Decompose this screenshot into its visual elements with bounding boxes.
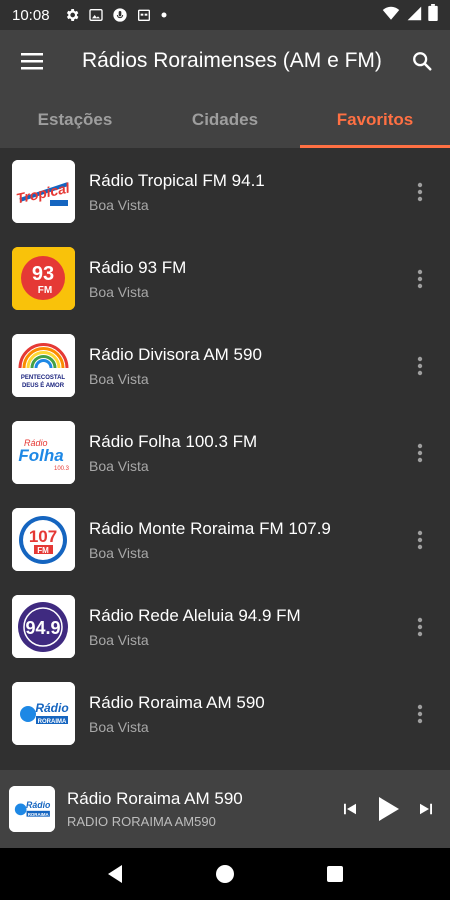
more-vertical-icon — [417, 182, 423, 201]
skip-previous-button[interactable] — [334, 789, 366, 829]
station-city: Boa Vista — [89, 196, 149, 213]
skip-previous-icon — [344, 803, 356, 815]
menu-button[interactable] — [0, 30, 64, 92]
more-options-button[interactable] — [400, 520, 440, 560]
play-button[interactable] — [372, 789, 404, 829]
list-item[interactable]: PENTECOSTAL DEUS É AMOR Rádio Divisora A… — [0, 322, 450, 409]
signal-icon — [406, 5, 422, 26]
skip-next-button[interactable] — [410, 789, 442, 829]
image-icon — [88, 7, 104, 23]
station-city: Boa Vista — [89, 283, 149, 300]
station-logo-rede-aleluia: 94.9 — [12, 595, 75, 658]
station-city: Boa Vista — [89, 718, 149, 735]
station-logo-folha: Rádio Folha 100.3 — [12, 421, 75, 484]
player-station-logo: Rádio RORAIMA — [9, 786, 55, 832]
svg-text:Folha: Folha — [18, 446, 63, 465]
battery-icon — [428, 4, 438, 26]
svg-text:100.3: 100.3 — [54, 466, 70, 472]
station-logo-radio-roraima: Rádio RORAIMA — [12, 682, 75, 745]
list-item[interactable]: Rádio Folha 100.3 Rádio Folha 100.3 FM B… — [0, 409, 450, 496]
svg-text:DEUS É AMOR: DEUS É AMOR — [22, 381, 65, 389]
station-city: Boa Vista — [89, 457, 149, 474]
hamburger-menu-icon — [21, 53, 43, 70]
station-name: Rádio Divisora AM 590 — [89, 344, 262, 364]
tab-bar: Estações Cidades Favoritos — [0, 92, 450, 148]
home-circle-icon — [215, 865, 234, 883]
list-item[interactable]: Tropical Rádio Tropical FM 94.1 Boa Vist… — [0, 148, 450, 235]
more-options-button[interactable] — [400, 346, 440, 386]
more-vertical-icon — [417, 704, 423, 723]
back-button[interactable] — [106, 864, 124, 884]
list-item[interactable]: 94.9 Rádio Rede Aleluia 94.9 FM Boa Vist… — [0, 583, 450, 670]
player-title: Rádio Roraima AM 590 — [67, 789, 243, 808]
recents-button[interactable] — [326, 865, 344, 883]
more-options-button[interactable] — [400, 607, 440, 647]
status-bar: 10:08 — [0, 0, 450, 30]
svg-text:RORAIMA: RORAIMA — [28, 812, 50, 817]
more-vertical-icon — [417, 269, 423, 288]
station-name: Rádio 93 FM — [89, 257, 187, 277]
station-list: Tropical Rádio Tropical FM 94.1 Boa Vist… — [0, 148, 450, 770]
more-options-button[interactable] — [400, 694, 440, 734]
svg-text:Rádio: Rádio — [35, 701, 68, 715]
svg-text:93: 93 — [32, 263, 54, 285]
svg-text:94.9: 94.9 — [25, 618, 60, 638]
recents-square-icon — [327, 866, 344, 882]
wifi-icon — [382, 5, 400, 26]
microphone-icon — [112, 7, 128, 23]
svg-text:FM: FM — [38, 285, 52, 296]
more-vertical-icon — [417, 356, 423, 375]
station-city: Boa Vista — [89, 544, 149, 561]
app-bar: Rádios Roraimenses (AM e FM) — [0, 30, 450, 92]
status-time: 10:08 — [12, 6, 50, 24]
player-subtitle: RADIO RORAIMA AM590 — [67, 814, 216, 829]
station-logo-divisora: PENTECOSTAL DEUS É AMOR — [12, 334, 75, 397]
settings-gear-icon — [64, 7, 80, 23]
system-navigation-bar — [0, 848, 450, 900]
more-options-button[interactable] — [400, 433, 440, 473]
home-button[interactable] — [215, 864, 235, 884]
station-name: Rádio Rede Aleluia 94.9 FM — [89, 605, 301, 625]
notification-dot-icon — [160, 11, 168, 19]
station-logo-monte-roraima: 107 FM — [12, 508, 75, 571]
svg-text:RORAIMA: RORAIMA — [38, 719, 67, 725]
calendar-icon — [136, 7, 152, 23]
station-logo-93fm: 93 FM — [12, 247, 75, 310]
station-city: Boa Vista — [89, 370, 149, 387]
more-vertical-icon — [417, 443, 423, 462]
back-triangle-icon — [107, 865, 122, 883]
list-item[interactable]: 93 FM Rádio 93 FM Boa Vista — [0, 235, 450, 322]
more-options-button[interactable] — [400, 259, 440, 299]
list-item[interactable]: Rádio RORAIMA Rádio Roraima AM 590 Boa V… — [0, 670, 450, 757]
station-name: Rádio Monte Roraima FM 107.9 — [89, 518, 331, 538]
svg-text:PENTECOSTAL: PENTECOSTAL — [21, 375, 66, 381]
list-item[interactable]: 107 FM Rádio Monte Roraima FM 107.9 Boa … — [0, 496, 450, 583]
station-name: Rádio Tropical FM 94.1 — [89, 170, 265, 190]
play-icon — [379, 797, 399, 821]
station-name: Rádio Folha 100.3 FM — [89, 431, 258, 451]
svg-text:Rádio: Rádio — [26, 800, 51, 810]
more-vertical-icon — [417, 617, 423, 636]
app-title: Rádios Roraimenses (AM e FM) — [82, 49, 382, 72]
svg-text:FM: FM — [37, 546, 49, 555]
station-logo-tropical: Tropical — [12, 160, 75, 223]
skip-next-icon — [420, 803, 432, 815]
more-vertical-icon — [417, 530, 423, 549]
tab-cidades[interactable]: Cidades — [150, 92, 300, 148]
mini-player[interactable]: Rádio RORAIMA Rádio Roraima AM 590 RADIO… — [0, 770, 450, 848]
svg-text:107: 107 — [29, 527, 57, 546]
tab-favoritos[interactable]: Favoritos — [300, 92, 450, 148]
station-name: Rádio Roraima AM 590 — [89, 692, 265, 712]
station-city: Boa Vista — [89, 631, 149, 648]
search-button[interactable] — [394, 30, 450, 92]
search-icon — [413, 52, 432, 71]
more-options-button[interactable] — [400, 172, 440, 212]
tab-estacoes[interactable]: Estações — [0, 92, 150, 148]
